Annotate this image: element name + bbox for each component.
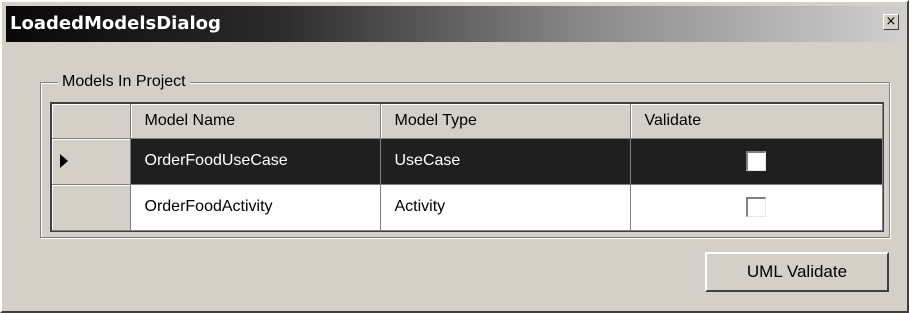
row-header[interactable] [52, 184, 131, 231]
column-header-validate[interactable]: Validate [630, 104, 883, 139]
close-icon[interactable]: × [883, 14, 899, 30]
model-type-cell[interactable]: Activity [380, 184, 631, 231]
validate-cell[interactable] [630, 138, 883, 185]
validate-checkbox[interactable] [746, 197, 766, 217]
validate-checkbox[interactable] [746, 151, 766, 171]
model-name-cell[interactable]: OrderFoodActivity [130, 184, 381, 231]
title-bar[interactable]: LoadedModelsDialog × [6, 6, 903, 42]
table-row[interactable]: OrderFoodActivity Activity [52, 184, 883, 231]
group-label: Models In Project [58, 72, 190, 92]
table-row[interactable]: OrderFoodUseCase UseCase [52, 138, 883, 185]
arrow-right-icon [60, 153, 68, 168]
uml-validate-button[interactable]: UML Validate [705, 252, 889, 292]
column-header-model-name[interactable]: Model Name [130, 104, 381, 139]
row-header[interactable] [52, 138, 131, 185]
model-type-cell[interactable]: UseCase [380, 138, 631, 185]
models-grid[interactable]: Model Name Model Type Validate OrderFood… [50, 102, 884, 232]
window-title: LoadedModelsDialog [10, 13, 221, 34]
column-header-model-type[interactable]: Model Type [380, 104, 631, 139]
model-name-cell[interactable]: OrderFoodUseCase [130, 138, 381, 185]
grid-corner-header[interactable] [52, 104, 131, 139]
validate-cell[interactable] [630, 184, 883, 231]
